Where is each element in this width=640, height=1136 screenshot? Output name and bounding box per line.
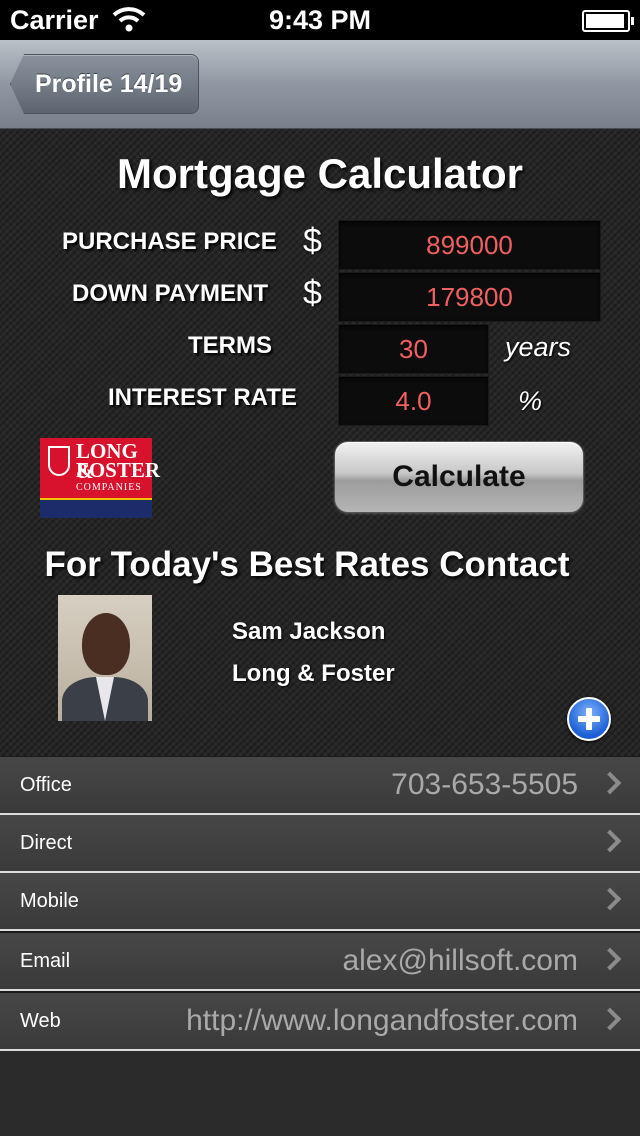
chevron-right-icon: [598, 1007, 622, 1031]
purchase-price-input[interactable]: 899000: [338, 220, 601, 270]
list-footer-area: [0, 1051, 640, 1136]
purchase-price-label: PURCHASE PRICE: [62, 228, 277, 255]
interest-rate-input[interactable]: 4.0: [338, 376, 489, 426]
list-item-office[interactable]: Office 703-653-5505: [0, 757, 640, 815]
clock: 9:43 PM: [268, 5, 372, 35]
interest-rate-unit: %: [518, 386, 543, 416]
list-item-direct[interactable]: Direct: [0, 815, 640, 873]
status-bar: Carrier 9:43 PM: [0, 0, 640, 40]
crest-icon: [48, 446, 70, 476]
list-item-email[interactable]: Email alex@hillsoft.com: [0, 933, 640, 991]
list-item-label: Email: [20, 950, 71, 972]
contact-heading: For Today's Best Rates Contact: [44, 545, 570, 584]
list-item-label: Mobile: [20, 890, 79, 912]
page-title: Mortgage Calculator: [116, 150, 524, 197]
list-item-web[interactable]: Web http://www.longandfoster.com: [0, 993, 640, 1051]
terms-input[interactable]: 30: [338, 324, 489, 374]
interest-rate-label: INTEREST RATE: [108, 384, 297, 411]
chevron-right-icon: [598, 771, 622, 795]
chevron-right-icon: [598, 947, 622, 971]
agent-name: Sam Jackson: [232, 618, 386, 645]
list-item-value: http://www.longandfoster.com: [186, 1004, 578, 1037]
calculate-button[interactable]: Calculate: [334, 441, 584, 513]
logo-text-line2: FOSTER: [76, 458, 161, 482]
chevron-right-icon: [598, 887, 622, 911]
list-item-label: Office: [20, 774, 72, 796]
list-item-mobile[interactable]: Mobile: [0, 873, 640, 931]
list-item-value: alex@hillsoft.com: [342, 944, 578, 977]
battery-icon: [582, 10, 634, 32]
down-payment-currency: $: [303, 274, 322, 312]
chevron-right-icon: [598, 829, 622, 853]
logo-text-line3: COMPANIES: [76, 482, 142, 493]
purchase-price-currency: $: [303, 222, 322, 260]
agent-photo: [58, 595, 152, 721]
long-foster-logo: LONG & FOSTER COMPANIES: [40, 438, 160, 518]
list-item-value: 703-653-5505: [391, 768, 578, 801]
back-button[interactable]: Profile 14/19: [10, 54, 200, 114]
down-payment-label: DOWN PAYMENT: [72, 280, 269, 307]
agent-company: Long & Foster: [232, 660, 395, 687]
add-contact-plus-icon[interactable]: [567, 697, 611, 741]
navigation-bar: Profile 14/19: [0, 40, 640, 129]
list-item-label: Web: [20, 1010, 61, 1032]
terms-unit: years: [505, 332, 572, 362]
down-payment-input[interactable]: 179800: [338, 272, 601, 322]
list-item-label: Direct: [20, 832, 73, 854]
terms-label: TERMS: [188, 332, 272, 359]
